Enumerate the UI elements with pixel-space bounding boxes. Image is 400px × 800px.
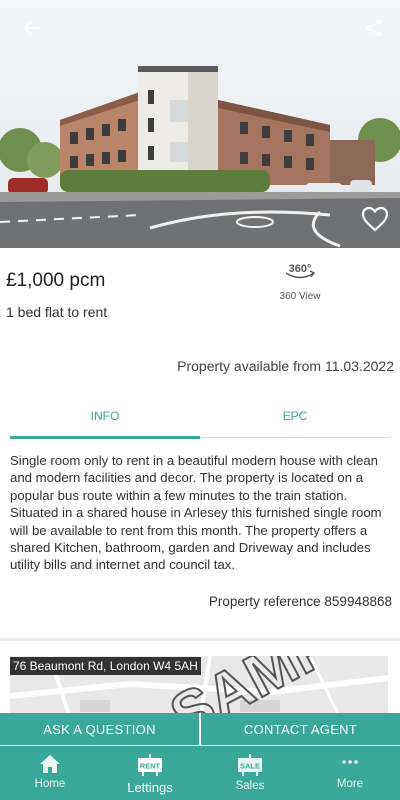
action-bar: ASK A QUESTION CONTACT AGENT bbox=[0, 713, 400, 745]
back-button[interactable] bbox=[16, 12, 48, 44]
nav-label-sales: Sales bbox=[235, 780, 265, 792]
tab-epc[interactable]: EPC bbox=[200, 404, 390, 438]
bottom-navigation: Home RENT Lettings SALE Sales More bbox=[0, 746, 400, 800]
ask-question-button[interactable]: ASK A QUESTION bbox=[0, 713, 199, 745]
view-360-label: 360 View bbox=[279, 291, 321, 302]
nav-label-lettings: Lettings bbox=[127, 780, 173, 795]
share-icon bbox=[365, 19, 382, 37]
nav-item-home[interactable]: Home bbox=[0, 746, 100, 800]
section-divider bbox=[0, 638, 400, 641]
view-360-button[interactable]: 360° 360 View bbox=[272, 258, 328, 302]
tab-info[interactable]: INFO bbox=[10, 404, 200, 439]
property-description: Single room only to rent in a beautiful … bbox=[10, 453, 382, 573]
nav-label-more: More bbox=[336, 778, 364, 790]
property-type: 1 bed flat to rent bbox=[6, 304, 108, 320]
nav-item-lettings[interactable]: RENT Lettings bbox=[100, 746, 200, 800]
availability-text: Property available from 11.03.2022 bbox=[177, 358, 394, 374]
back-arrow-icon bbox=[24, 21, 40, 35]
nav-label-home: Home bbox=[34, 778, 66, 790]
sale-badge-text: SALE bbox=[240, 762, 260, 771]
map-address: 76 Beaumont Rd, London W4 5AH bbox=[10, 657, 201, 675]
property-photo[interactable] bbox=[0, 0, 400, 248]
detail-tabs: INFO EPC bbox=[10, 404, 390, 439]
contact-agent-button[interactable]: CONTACT AGENT bbox=[201, 713, 400, 745]
more-dots-icon bbox=[342, 760, 358, 764]
share-button[interactable] bbox=[358, 12, 390, 44]
view-360-icon: 360° bbox=[285, 263, 316, 279]
nav-item-sales[interactable]: SALE Sales bbox=[200, 746, 300, 800]
favourite-button[interactable] bbox=[358, 202, 392, 236]
sale-sign-icon: SALE bbox=[238, 754, 262, 776]
property-reference: Property reference 859948868 bbox=[208, 594, 392, 609]
view-360-badge: 360° bbox=[289, 263, 312, 275]
rent-badge-text: RENT bbox=[140, 762, 161, 771]
property-photo-illustration bbox=[0, 0, 400, 248]
rent-sign-icon: RENT bbox=[138, 754, 162, 776]
home-icon bbox=[40, 755, 60, 773]
nav-item-more[interactable]: More bbox=[300, 746, 400, 800]
price: £1,000 pcm bbox=[6, 270, 106, 291]
heart-icon bbox=[361, 206, 389, 232]
